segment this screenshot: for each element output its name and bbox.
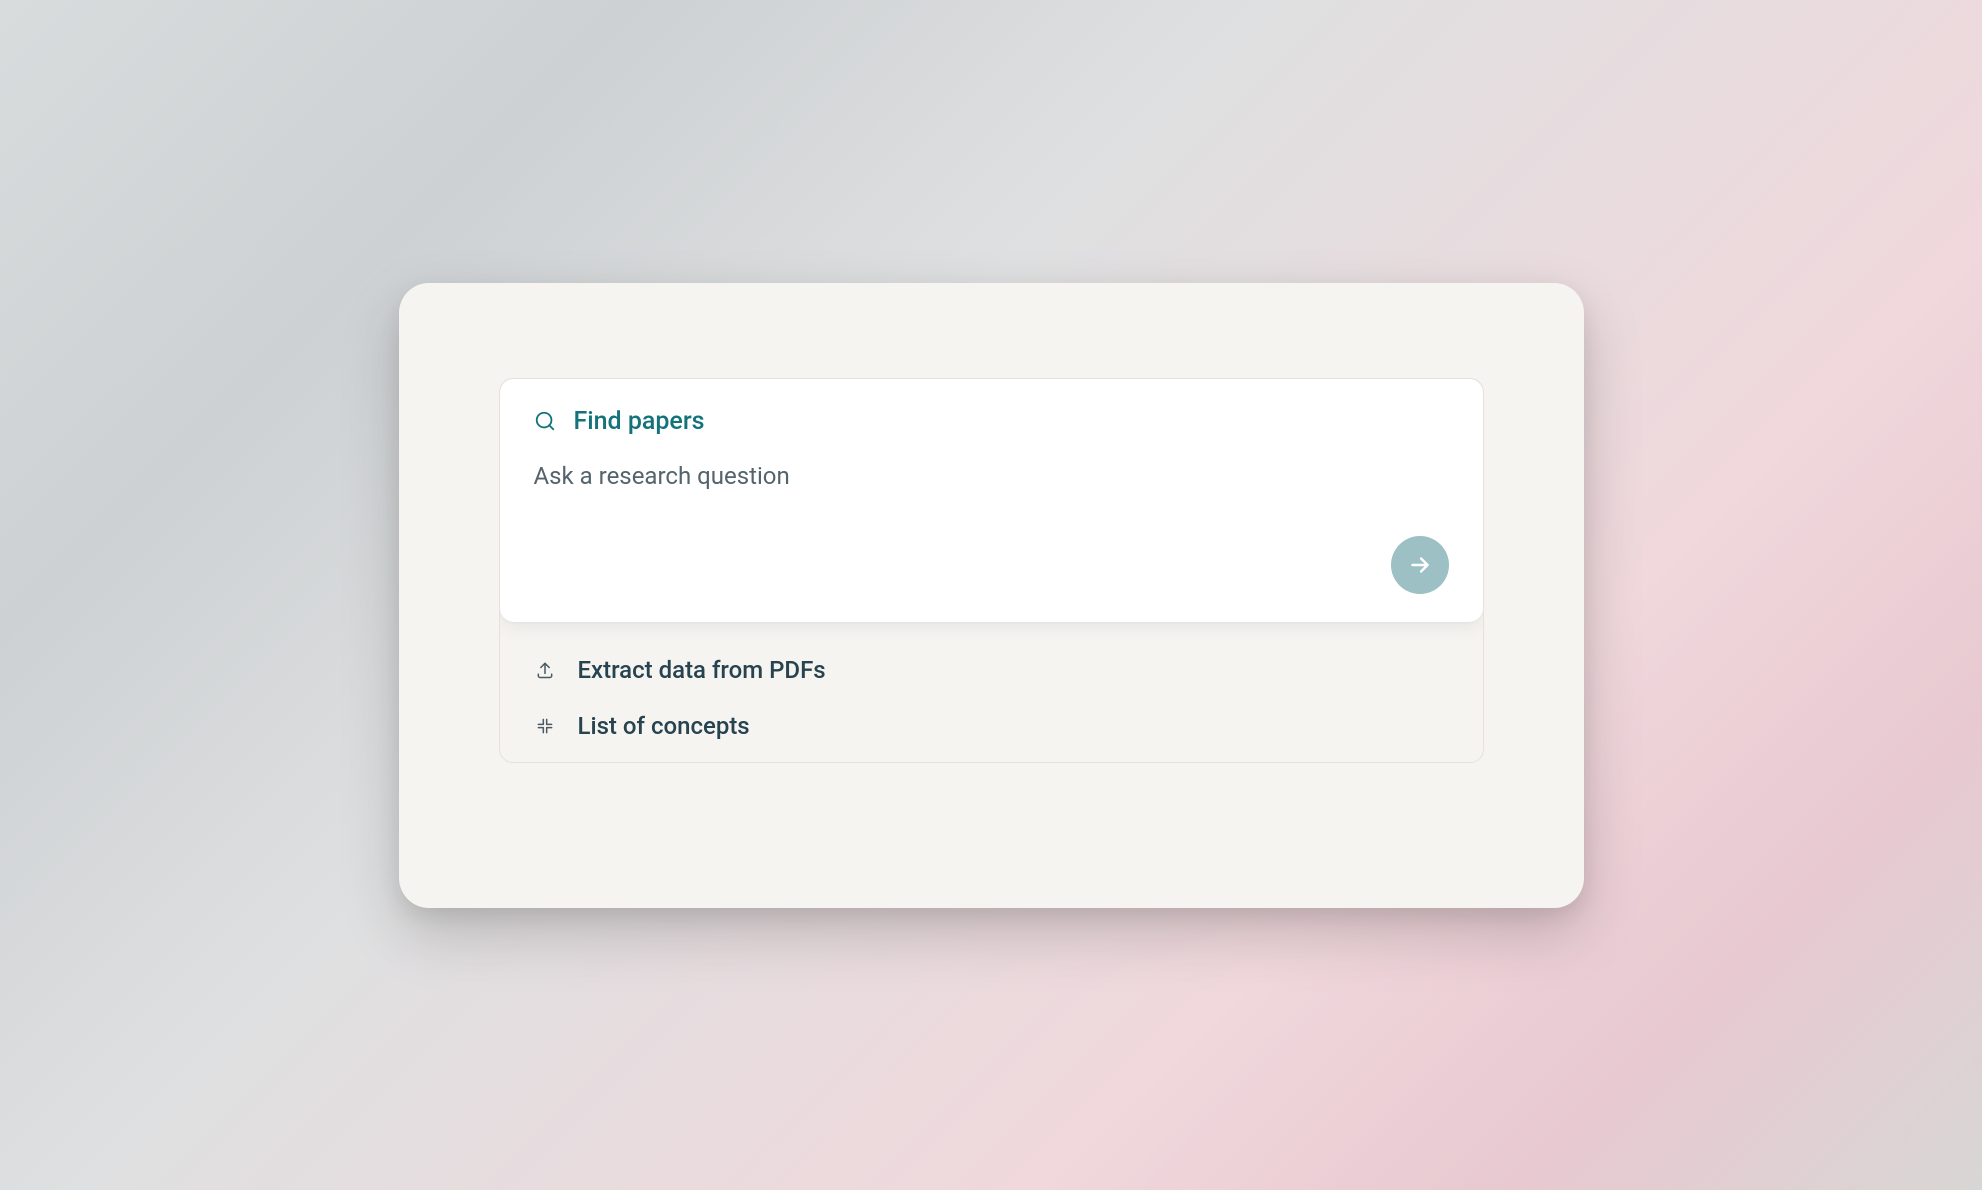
submit-button[interactable]: [1391, 536, 1449, 594]
find-papers-label: Find papers: [574, 407, 705, 436]
search-header: Find papers: [534, 407, 1449, 436]
research-question-input[interactable]: [534, 462, 1391, 546]
arrow-right-icon: [1407, 552, 1433, 578]
option-list-concepts[interactable]: List of concepts: [534, 698, 1449, 754]
main-panel: Find papers: [399, 283, 1584, 908]
option-label: Extract data from PDFs: [578, 656, 826, 684]
options-list: Extract data from PDFs List of concepts: [500, 622, 1483, 762]
find-papers-card: Find papers: [500, 379, 1483, 622]
upload-icon: [534, 660, 556, 680]
search-area: Find papers: [499, 378, 1484, 763]
collapse-icon: [534, 716, 556, 736]
option-extract-data[interactable]: Extract data from PDFs: [534, 642, 1449, 698]
search-icon: [534, 410, 556, 432]
option-label: List of concepts: [578, 712, 750, 740]
search-input-row: [534, 458, 1449, 598]
